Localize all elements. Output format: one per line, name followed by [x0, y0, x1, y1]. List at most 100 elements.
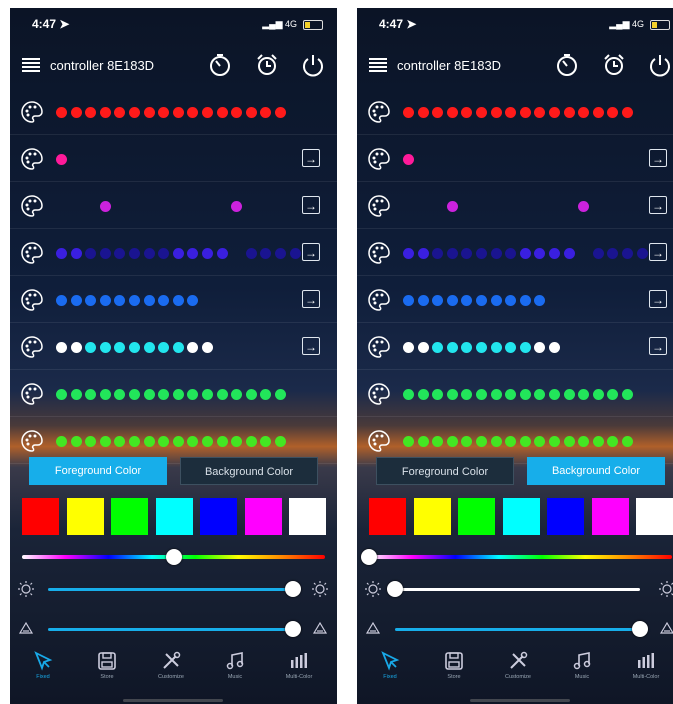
tab-background-color[interactable]: Background Color	[180, 457, 318, 485]
led-dot	[99, 295, 111, 306]
enter-arrow-icon[interactable]: →	[649, 243, 667, 261]
mode-row[interactable]: →	[10, 323, 337, 370]
palette-icon[interactable]	[20, 100, 44, 124]
mode-row[interactable]: →	[357, 229, 673, 276]
mode-row[interactable]: →	[357, 182, 673, 229]
palette-icon[interactable]	[20, 288, 44, 312]
menu-icon[interactable]	[369, 56, 387, 74]
power-icon[interactable]	[647, 52, 673, 78]
nav-item-multi-color[interactable]: Multi-Color	[616, 650, 673, 694]
brightness-slider-knob[interactable]	[285, 581, 301, 597]
nav-item-multi-color[interactable]: Multi-Color	[269, 650, 329, 694]
alarm-icon[interactable]	[254, 52, 280, 78]
power-icon[interactable]	[300, 52, 326, 78]
speed-slider-knob[interactable]	[632, 621, 648, 637]
enter-arrow-icon[interactable]: →	[649, 290, 667, 308]
tab-background-color[interactable]: Background Color	[527, 457, 665, 485]
mode-row[interactable]: →	[10, 229, 337, 276]
nav-item-store[interactable]: Store	[424, 650, 484, 694]
speed-slider[interactable]	[395, 628, 640, 631]
timer-icon[interactable]	[554, 52, 580, 78]
color-swatch[interactable]	[413, 498, 451, 535]
enter-arrow-icon[interactable]: →	[649, 149, 667, 167]
nav-item-music[interactable]: Music	[205, 650, 265, 694]
save-icon	[443, 650, 465, 672]
enter-arrow-icon[interactable]: →	[302, 196, 320, 214]
led-dot	[114, 436, 126, 447]
menu-icon[interactable]	[22, 56, 40, 74]
palette-icon[interactable]	[20, 335, 44, 359]
color-swatch[interactable]	[244, 498, 282, 535]
mode-row[interactable]: →	[10, 135, 337, 182]
mode-row[interactable]	[357, 370, 673, 417]
speed-slider[interactable]	[48, 628, 293, 631]
mode-row[interactable]: →	[357, 135, 673, 182]
brightness-slider-knob[interactable]	[387, 581, 403, 597]
led-dot	[114, 389, 126, 400]
tab-foreground-color[interactable]: Foreground Color	[29, 457, 167, 485]
color-swatch[interactable]	[547, 498, 584, 535]
brightness-slider[interactable]	[395, 588, 640, 591]
palette-icon[interactable]	[20, 382, 44, 406]
led-dot	[158, 295, 170, 306]
brightness-slider[interactable]	[48, 588, 293, 591]
palette-icon[interactable]	[367, 147, 391, 171]
enter-arrow-icon[interactable]: →	[649, 337, 667, 355]
palette-icon[interactable]	[20, 147, 44, 171]
nav-item-customize[interactable]: Customize	[488, 650, 548, 694]
palette-icon[interactable]	[20, 429, 44, 453]
app-header: controller 8E183D	[10, 48, 337, 84]
color-swatch[interactable]	[155, 498, 193, 535]
tab-foreground-color[interactable]: Foreground Color	[376, 457, 514, 485]
color-swatch[interactable]	[200, 498, 237, 535]
speed-slider-knob[interactable]	[285, 621, 301, 637]
led-dot	[129, 342, 140, 353]
color-swatch[interactable]	[289, 498, 326, 535]
led-dot	[143, 295, 155, 306]
palette-icon[interactable]	[367, 194, 391, 218]
alarm-icon[interactable]	[601, 52, 627, 78]
mode-row[interactable]: →	[10, 276, 337, 323]
palette-icon[interactable]	[367, 335, 391, 359]
mode-row[interactable]	[357, 88, 673, 135]
palette-icon[interactable]	[367, 429, 391, 453]
palette-icon[interactable]	[367, 100, 391, 124]
led-dot	[461, 389, 473, 400]
enter-arrow-icon[interactable]: →	[302, 290, 320, 308]
color-swatch[interactable]	[369, 498, 406, 535]
palette-icon[interactable]	[20, 241, 44, 265]
color-swatch[interactable]	[66, 498, 104, 535]
hue-slider[interactable]	[369, 555, 672, 559]
enter-arrow-icon[interactable]: →	[302, 337, 320, 355]
enter-arrow-icon[interactable]: →	[302, 243, 320, 261]
enter-arrow-icon[interactable]: →	[649, 196, 667, 214]
palette-icon[interactable]	[367, 382, 391, 406]
led-dot	[519, 342, 531, 353]
mode-row[interactable]	[10, 88, 337, 135]
timer-icon[interactable]	[207, 52, 233, 78]
mode-row[interactable]: →	[357, 323, 673, 370]
nav-item-customize[interactable]: Customize	[141, 650, 201, 694]
enter-arrow-icon[interactable]: →	[302, 149, 320, 167]
nav-item-music[interactable]: Music	[552, 650, 612, 694]
palette-icon[interactable]	[20, 194, 44, 218]
hue-slider-knob[interactable]	[361, 549, 377, 565]
color-swatch[interactable]	[458, 498, 495, 535]
led-dot	[607, 389, 619, 400]
nav-item-store[interactable]: Store	[77, 650, 137, 694]
led-dot	[56, 389, 67, 400]
color-swatch[interactable]	[636, 498, 673, 535]
color-swatch[interactable]	[111, 498, 148, 535]
palette-icon[interactable]	[367, 288, 391, 312]
palette-icon[interactable]	[367, 241, 391, 265]
hue-slider-knob[interactable]	[165, 549, 182, 565]
mode-row[interactable]: →	[10, 182, 337, 229]
color-swatch[interactable]	[502, 498, 540, 535]
mode-row[interactable]: →	[357, 276, 673, 323]
nav-item-fixed[interactable]: Fixed	[13, 650, 73, 694]
nav-item-fixed[interactable]: Fixed	[360, 650, 420, 694]
mode-row[interactable]	[10, 370, 337, 417]
led-dot	[172, 436, 184, 447]
color-swatch[interactable]	[22, 498, 59, 535]
color-swatch[interactable]	[591, 498, 629, 535]
